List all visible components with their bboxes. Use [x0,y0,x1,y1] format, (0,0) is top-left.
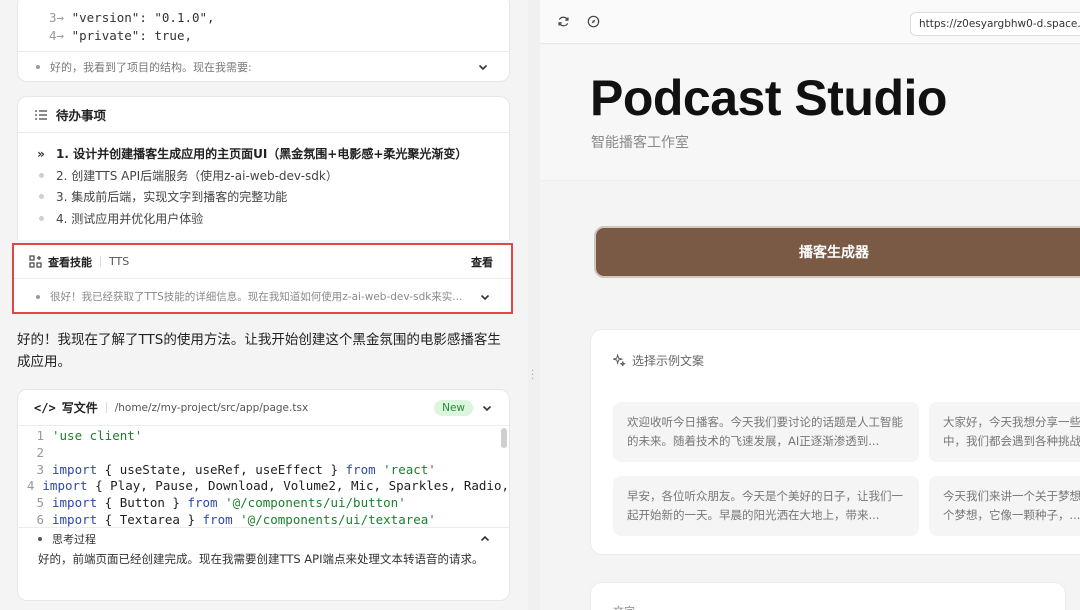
pending-dot-icon [39,194,44,200]
sample-script[interactable]: 今天我们来讲一个关于梦想的故事。每个人心中都有一个梦想，它像一颗种子，... [929,476,1080,536]
pending-dot-icon [39,215,44,221]
text-input-card: 文字 [590,582,1066,610]
scrollbar[interactable] [501,428,507,448]
thinking-label: 思考过程 [52,533,96,546]
todo-item: 3. 集成前后端，实现文字到播客的完整功能 [32,186,509,208]
code-tag-icon: </> [34,400,56,415]
todo-label: 2. 创建TTS API后端服务（使用z-ai-web-dev-sdk） [56,168,338,183]
code-summary-row[interactable]: 好的，我看到了项目的结构。现在我需要: [18,51,509,81]
bullet-icon [36,294,40,299]
new-badge: New [434,399,473,416]
skills-grid-icon [29,255,42,268]
bullet-icon [38,537,42,541]
podcast-generator-button[interactable]: 播客生成器 [594,226,1080,278]
chat-panel: 3→ "version": "0.1.0", 4→ "private": tru… [0,0,528,610]
code-text: import { Button } from '@/components/ui/… [52,495,406,511]
code-line: 3 import { useState, useRef, useEffect } … [18,462,509,479]
pending-dot-icon [39,172,44,178]
sparkles-icon [613,354,626,367]
code-line: 2 [18,445,509,462]
sample-script[interactable]: 早安，各位听众朋友。今天是个美好的日子，让我们一起开始新的一天。早晨的阳光洒在大… [613,476,919,536]
code-text: import { Textarea } from '@/components/u… [52,511,436,527]
sample-scripts-card: 选择示例文案 欢迎收听今日播客。今天我们要讨论的话题是人工智能的未来。随着技术的… [590,329,1080,555]
skill-card: 查看技能 TTS 查看 很好！我已经获取了TTS技能的详细信息。现在我知道如何使… [12,243,513,314]
code-line: 3→ "version": "0.1.0", [49,9,509,27]
code-editor[interactable]: 1 'use client' 2 3 import { useState, useR… [18,425,509,527]
code-line: 5 import { Button } from '@/components/ui… [18,495,509,512]
line-number: 1 [36,428,44,443]
line-number: 3 [36,461,44,477]
app-subtitle: 智能播客工作室 [591,135,689,151]
todo-label: 3. 集成前后端，实现文字到播客的完整功能 [56,190,288,205]
todo-item: 2. 创建TTS API后端服务（使用z-ai-web-dev-sdk） [32,165,509,187]
line-number: 6 [36,511,44,527]
todo-card: 待办事项 » 1. 设计并创建播客生成应用的主页面UI（黑金氛围+电影感+柔光聚光… [17,96,510,240]
code-summary: 好的，我看到了项目的结构。现在我需要: [50,61,252,74]
chevron-down-icon[interactable] [481,402,493,414]
code-line: 6 import { Textarea } from '@/components/… [18,512,509,527]
samples-title: 选择示例文案 [632,354,705,368]
line-number: 4 [26,478,35,494]
chevron-down-icon[interactable] [477,61,489,73]
line-number: 2 [36,444,44,460]
chevron-up-icon[interactable] [479,533,491,545]
code-text: "private": true, [71,27,193,43]
app-title: Podcast Studio [590,70,947,126]
skill-summary-row[interactable]: 很好！我已经获取了TTS技能的详细信息。现在我知道如何使用z-ai-web-de… [14,279,511,314]
divider [100,256,101,267]
file-write-card: </> 写文件 /home/z/my-project/src/app/page.… [17,389,510,601]
thinking-section: 思考过程 好的，前端页面已经创建完成。现在我需要创建TTS API端点来处理文本… [18,527,509,568]
refresh-icon [557,16,569,27]
code-text: "version": "0.1.0", [71,10,215,25]
line-number: 5 [36,495,44,511]
drag-handle-icon[interactable]: · · · [531,367,534,385]
skill-summary: 很好！我已经获取了TTS技能的详细信息。现在我知道如何使用z-ai-web-de… [50,291,463,303]
chevron-down-icon[interactable] [479,291,491,303]
file-path: /home/z/my-project/src/app/page.tsx [114,401,309,414]
code-text: 'use client' [52,428,143,443]
url-bar[interactable]: https://z0esyargbhw0-d.space.z.ai [910,12,1080,36]
refresh-button[interactable] [552,11,574,33]
code-text: import { useState, useRef, useEffect } f… [52,461,436,477]
skill-name: TTS [109,255,130,268]
code-text: import { Play, Pause, Download, Volume2,… [42,478,509,494]
todo-item: » 1. 设计并创建播客生成应用的主页面UI（黑金氛围+电影感+柔光聚光渐变） [32,143,509,165]
todo-label: 4. 测试应用并优化用户体验 [56,211,204,226]
double-chevron-right-icon: » [37,146,45,161]
todo-title: 待办事项 [56,108,107,123]
file-action: 写文件 [61,401,98,415]
assistant-message: 好的！我现在了解了TTS的使用方法。让我开始创建这个黑金氛围的电影感播客生成应用… [17,332,501,370]
thinking-text: 好的，前端页面已经创建完成。现在我需要创建TTS API端点来处理文本转语音的请… [38,552,484,566]
view-skill-button[interactable]: 查看 [471,254,493,270]
code-line: 4→ "private": true, [49,27,509,45]
code-line: 4 import { Play, Pause, Download, Volume2… [18,478,509,495]
code-line: 1 'use client' [18,428,509,445]
divider [105,402,107,413]
sample-script[interactable]: 欢迎收听今日播客。今天我们要讨论的话题是人工智能的未来。随着技术的飞速发展，AI… [613,402,919,462]
preview-panel: https://z0esyargbhw0-d.space.z.ai Podcas… [540,0,1080,610]
text-input-label: 文字 [613,605,635,610]
skill-label: 查看技能 [48,255,92,269]
line-number: 3→ [49,10,65,25]
code-output-card: 3→ "version": "0.1.0", 4→ "private": tru… [17,0,510,82]
thinking-toggle[interactable]: 思考过程 [38,528,491,550]
compass-icon [587,15,599,28]
todo-label: 1. 设计并创建播客生成应用的主页面UI（黑金氛围+电影感+柔光聚光渐变） [56,147,468,162]
compass-button[interactable] [582,11,604,33]
todo-item: 4. 测试应用并优化用户体验 [32,208,509,230]
todo-list: » 1. 设计并创建播客生成应用的主页面UI（黑金氛围+电影感+柔光聚光渐变） 2… [18,133,509,229]
pane-resizer[interactable]: · · · [528,0,540,610]
sample-script[interactable]: 大家好，今天我想分享一些关于生活的感悟。在生活中，我们都会遇到各种挑战... [929,402,1080,462]
list-icon [35,109,47,120]
line-number: 4→ [49,27,65,43]
bullet-icon [36,65,40,69]
hero-section: Podcast Studio 智能播客工作室 [540,45,1080,181]
